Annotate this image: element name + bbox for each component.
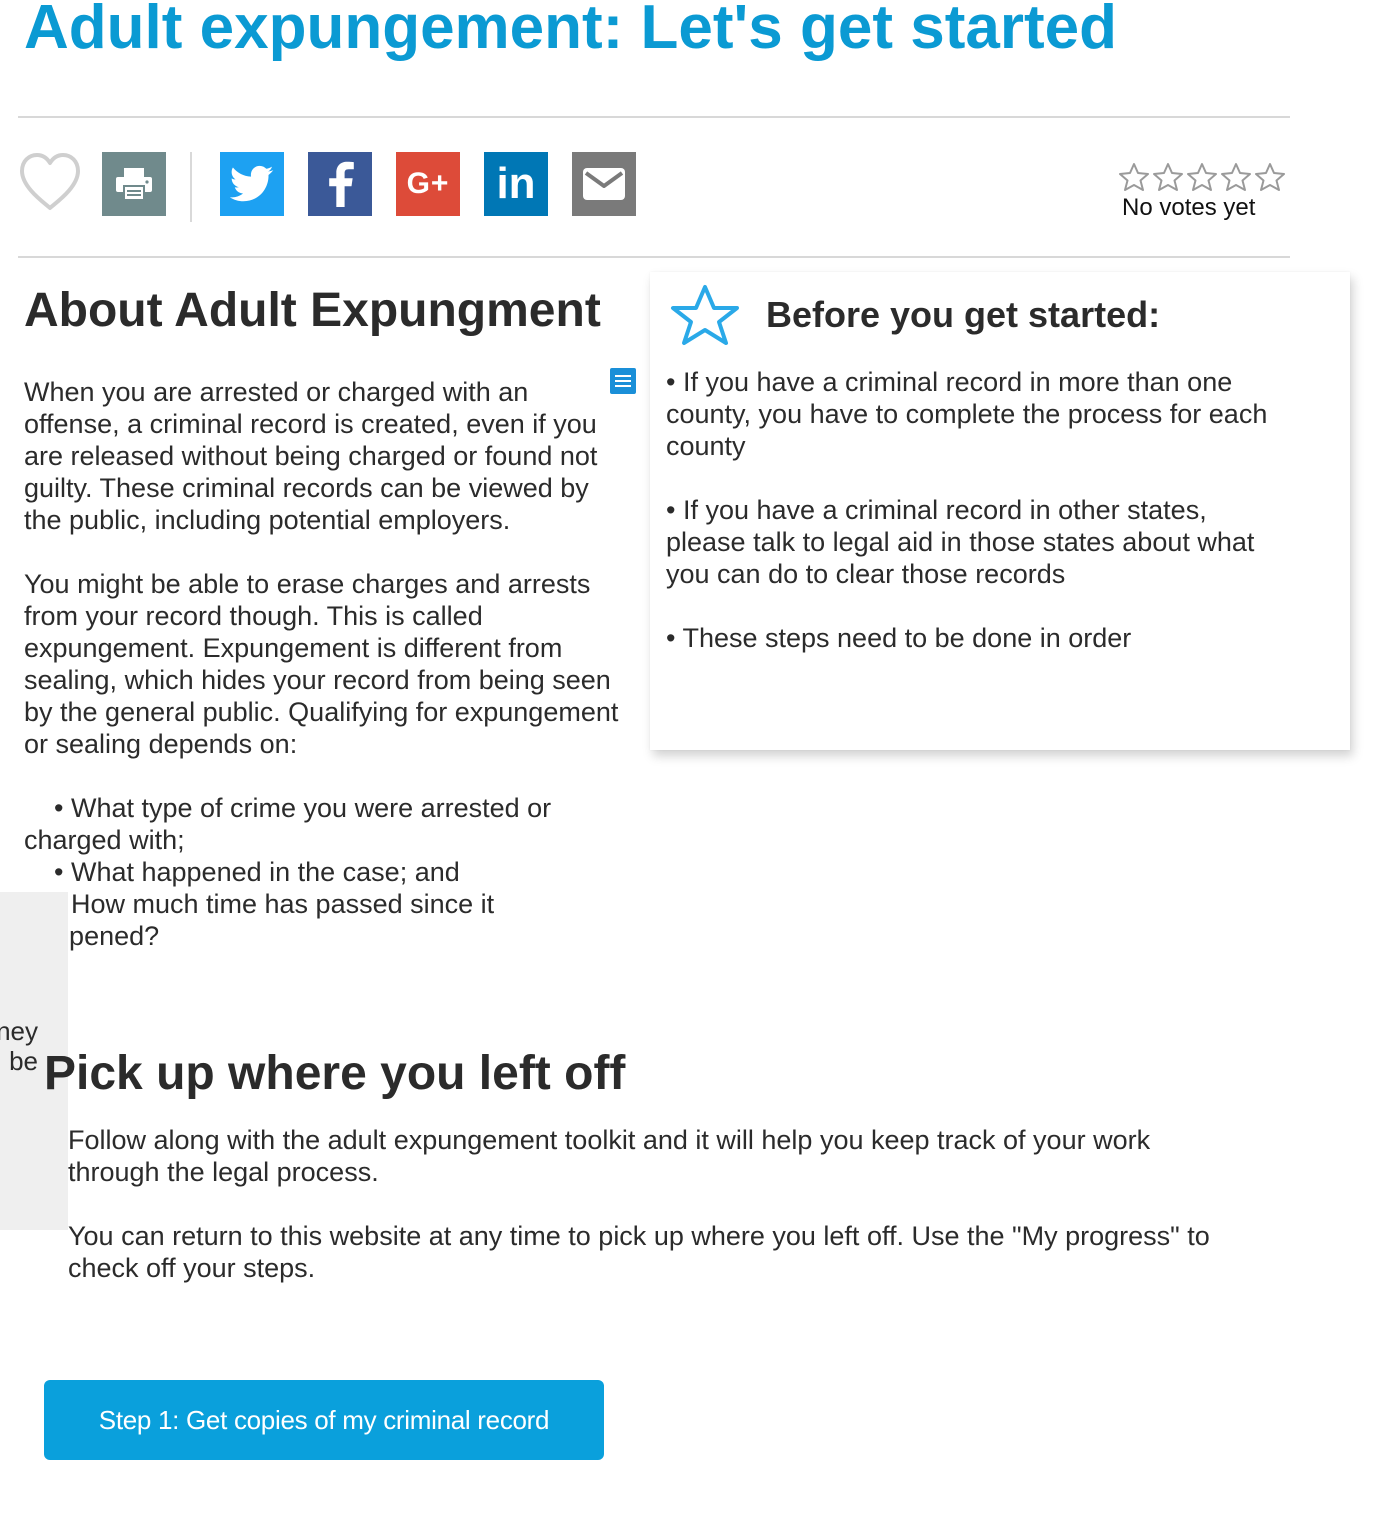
vote-count: No votes yet: [1122, 194, 1256, 221]
list-item: • These steps need to be done in order: [666, 623, 1132, 653]
favorite-button[interactable]: [18, 152, 82, 212]
star-outline-icon: [671, 285, 739, 345]
rating-widget: No votes yet: [1118, 162, 1290, 222]
about-paragraph: You might be able to erase charges and a…: [24, 569, 619, 759]
before-you-start-card: Before you get started: • If you have a …: [650, 272, 1350, 750]
facebook-icon: [329, 161, 354, 207]
linkedin-icon: in: [496, 159, 536, 208]
printer-icon: [116, 168, 152, 201]
about-paragraph: When you are arrested or charged with an…: [24, 377, 598, 535]
pickup-content: Follow along with the adult expungement …: [68, 1124, 1248, 1316]
pickup-paragraph: You can return to this website at any ti…: [68, 1221, 1210, 1283]
about-heading: About Adult Expungment: [24, 284, 601, 337]
email-share-button[interactable]: [572, 152, 636, 216]
google-plus-share-button[interactable]: G+: [396, 152, 460, 216]
before-list: • If you have a criminal record in more …: [666, 366, 1286, 686]
pickup-heading: Pick up where you left off: [44, 1047, 626, 1100]
qualifying-list: What type of crime you were arrested or …: [24, 792, 624, 952]
pickup-paragraph: Follow along with the adult expungement …: [68, 1125, 1151, 1187]
list-item: What type of crime you were arrested or …: [24, 792, 624, 856]
envelope-icon: [583, 168, 625, 200]
facebook-share-button[interactable]: [308, 152, 372, 216]
list-item: What happened in the case; and: [24, 856, 624, 888]
heart-icon: [20, 153, 80, 210]
rating-star-icon[interactable]: [1152, 162, 1184, 192]
step-1-button[interactable]: Step 1: Get copies of my criminal record: [44, 1380, 604, 1460]
before-heading: Before you get started:: [766, 294, 1161, 335]
list-item: • If you have a criminal record in more …: [666, 367, 1268, 461]
rating-stars: [1118, 162, 1290, 192]
list-item: How much time has passed since it happen…: [24, 888, 624, 952]
print-button[interactable]: [102, 152, 166, 216]
side-tab-line: be: [9, 1046, 38, 1076]
toolbar-divider: [190, 152, 192, 222]
twitter-share-button[interactable]: [220, 152, 284, 216]
rating-star-icon[interactable]: [1220, 162, 1252, 192]
about-content: When you are arrested or charged with an…: [24, 376, 624, 952]
linkedin-share-button[interactable]: in: [484, 152, 548, 216]
google-plus-icon: G+: [406, 167, 450, 200]
side-tab-line: ney: [0, 1016, 38, 1046]
rating-star-icon[interactable]: [1254, 162, 1286, 192]
rating-star-icon[interactable]: [1118, 162, 1150, 192]
toolbar-bottom-divider: [18, 256, 1290, 258]
page-title: Adult expungement: Let's get started: [24, 0, 1117, 62]
top-divider: [18, 116, 1290, 118]
rating-star-icon[interactable]: [1186, 162, 1218, 192]
side-tab-text: ney be: [0, 1016, 38, 1076]
twitter-icon: [230, 165, 274, 202]
list-item: • If you have a criminal record in other…: [666, 495, 1255, 589]
